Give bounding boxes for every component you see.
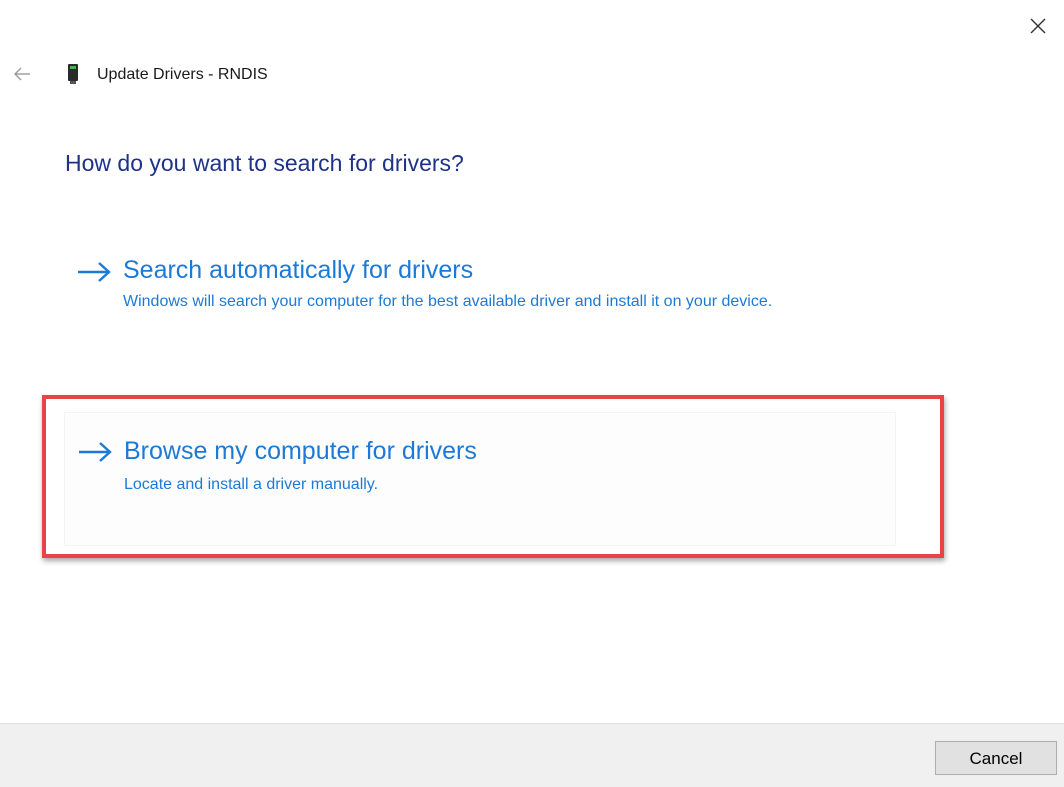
dialog-footer: Cancel <box>0 723 1064 787</box>
right-arrow-icon <box>79 442 112 462</box>
browse-my-computer-option[interactable]: Browse my computer for drivers Locate an… <box>64 412 896 546</box>
search-automatically-option[interactable]: Search automatically for drivers Windows… <box>64 252 896 362</box>
update-drivers-window: Update Drivers - RNDIS How do you want t… <box>0 0 1064 787</box>
option-title: Browse my computer for drivers <box>124 437 477 465</box>
close-icon <box>1030 18 1046 34</box>
close-button[interactable] <box>1026 14 1050 38</box>
option-title: Search automatically for drivers <box>123 256 474 284</box>
page-heading: How do you want to search for drivers? <box>65 150 464 176</box>
cancel-button[interactable]: Cancel <box>935 741 1057 775</box>
back-arrow-icon <box>14 67 30 81</box>
option-description: Windows will search your computer for th… <box>123 293 773 310</box>
back-button[interactable] <box>10 62 34 86</box>
option-description: Locate and install a driver manually. <box>124 476 379 493</box>
window-title: Update Drivers - RNDIS <box>97 66 268 83</box>
right-arrow-icon <box>78 262 111 282</box>
usb-device-icon <box>68 64 78 84</box>
